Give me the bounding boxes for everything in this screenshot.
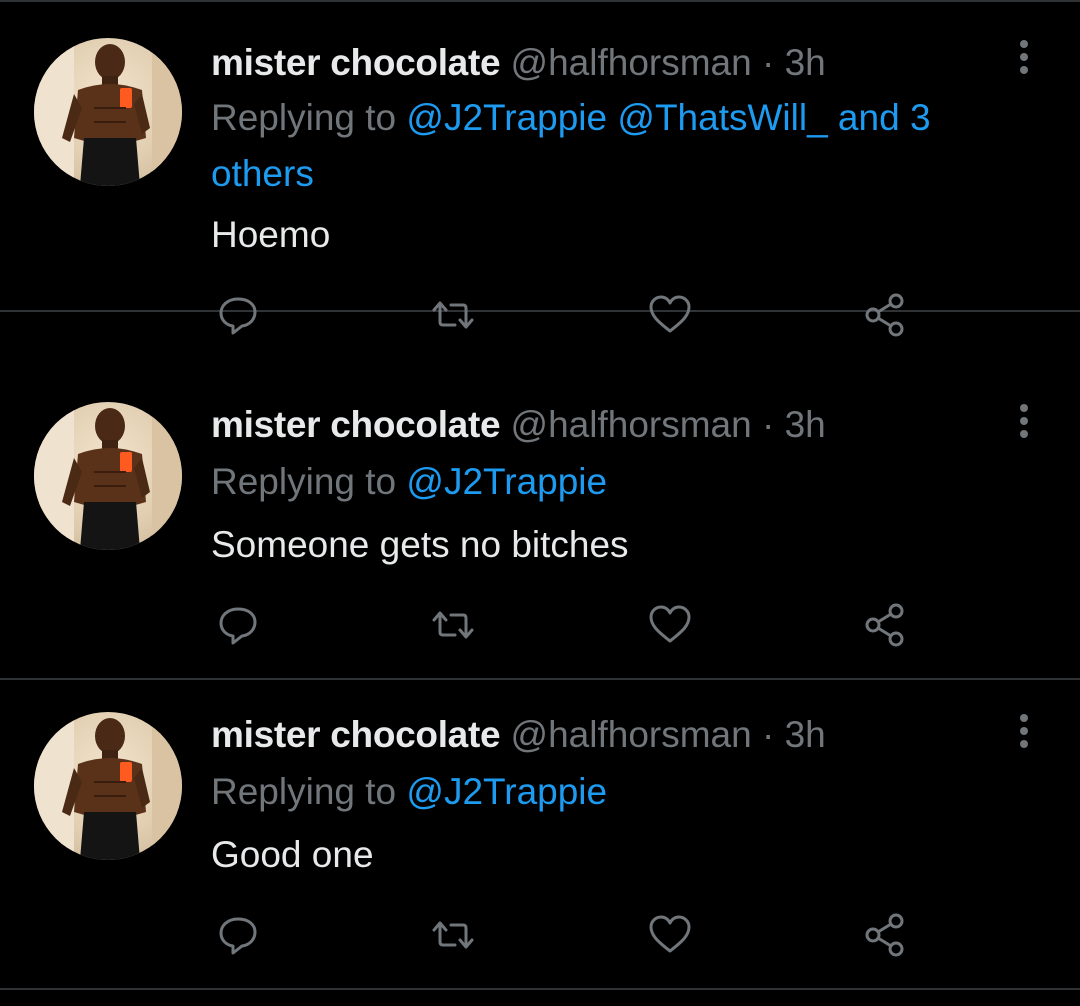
- display-name[interactable]: mister chocolate: [211, 404, 501, 445]
- retweet-icon[interactable]: [428, 600, 478, 650]
- avatar[interactable]: [34, 712, 182, 860]
- replying-to-label: Replying to: [211, 771, 397, 812]
- like-icon[interactable]: [645, 910, 695, 960]
- tweet-text: Someone gets no bitches: [211, 524, 629, 565]
- tweet-text: Good one: [211, 834, 374, 875]
- replying-to-label: Replying to: [211, 97, 397, 138]
- display-name[interactable]: mister chocolate: [211, 42, 501, 83]
- avatar[interactable]: [34, 38, 182, 186]
- tweet-3[interactable]: mister chocolate @halfhorsman · 3h Reply…: [0, 680, 1080, 990]
- tweet-2[interactable]: mister chocolate @halfhorsman · 3h Reply…: [0, 370, 1080, 680]
- separator-dot: ·: [761, 714, 775, 755]
- action-bar: [0, 910, 1080, 960]
- retweet-icon[interactable]: [428, 910, 478, 960]
- timestamp[interactable]: 3h: [785, 42, 826, 83]
- timestamp[interactable]: 3h: [785, 404, 826, 445]
- share-icon[interactable]: [860, 910, 910, 960]
- action-bar: [0, 600, 1080, 650]
- replying-to-label: Replying to: [211, 461, 397, 502]
- separator-dot: ·: [761, 404, 775, 445]
- separator-dot: ·: [761, 42, 775, 83]
- tweet-header: mister chocolate @halfhorsman · 3h: [211, 402, 826, 448]
- tweet-header: mister chocolate @halfhorsman · 3h: [211, 712, 826, 758]
- avatar[interactable]: [34, 402, 182, 550]
- like-icon[interactable]: [645, 290, 695, 340]
- more-options-icon[interactable]: [1010, 712, 1038, 752]
- retweet-icon[interactable]: [428, 290, 478, 340]
- more-options-icon[interactable]: [1010, 38, 1038, 78]
- username[interactable]: @halfhorsman: [511, 714, 752, 755]
- tweet-text: Hoemo: [211, 214, 331, 255]
- replying-to-line: Replying to @J2Trappie @ThatsWill_ and 3…: [211, 90, 991, 202]
- reply-icon[interactable]: [213, 290, 263, 340]
- tweet-1[interactable]: mister chocolate @halfhorsman · 3h Reply…: [0, 2, 1080, 337]
- replying-to-line: Replying to @J2Trappie: [211, 454, 991, 510]
- timestamp[interactable]: 3h: [785, 714, 826, 755]
- share-icon[interactable]: [860, 290, 910, 340]
- tweet-header: mister chocolate @halfhorsman · 3h: [211, 40, 826, 86]
- username[interactable]: @halfhorsman: [511, 404, 752, 445]
- reply-mentions-link[interactable]: @J2Trappie: [406, 461, 607, 502]
- reply-icon[interactable]: [213, 600, 263, 650]
- share-icon[interactable]: [860, 600, 910, 650]
- reply-icon[interactable]: [213, 910, 263, 960]
- like-icon[interactable]: [645, 600, 695, 650]
- replying-to-line: Replying to @J2Trappie: [211, 764, 991, 820]
- more-options-icon[interactable]: [1010, 402, 1038, 442]
- action-bar: [0, 290, 1080, 340]
- reply-mentions-link[interactable]: @J2Trappie: [406, 771, 607, 812]
- display-name[interactable]: mister chocolate: [211, 714, 501, 755]
- username[interactable]: @halfhorsman: [511, 42, 752, 83]
